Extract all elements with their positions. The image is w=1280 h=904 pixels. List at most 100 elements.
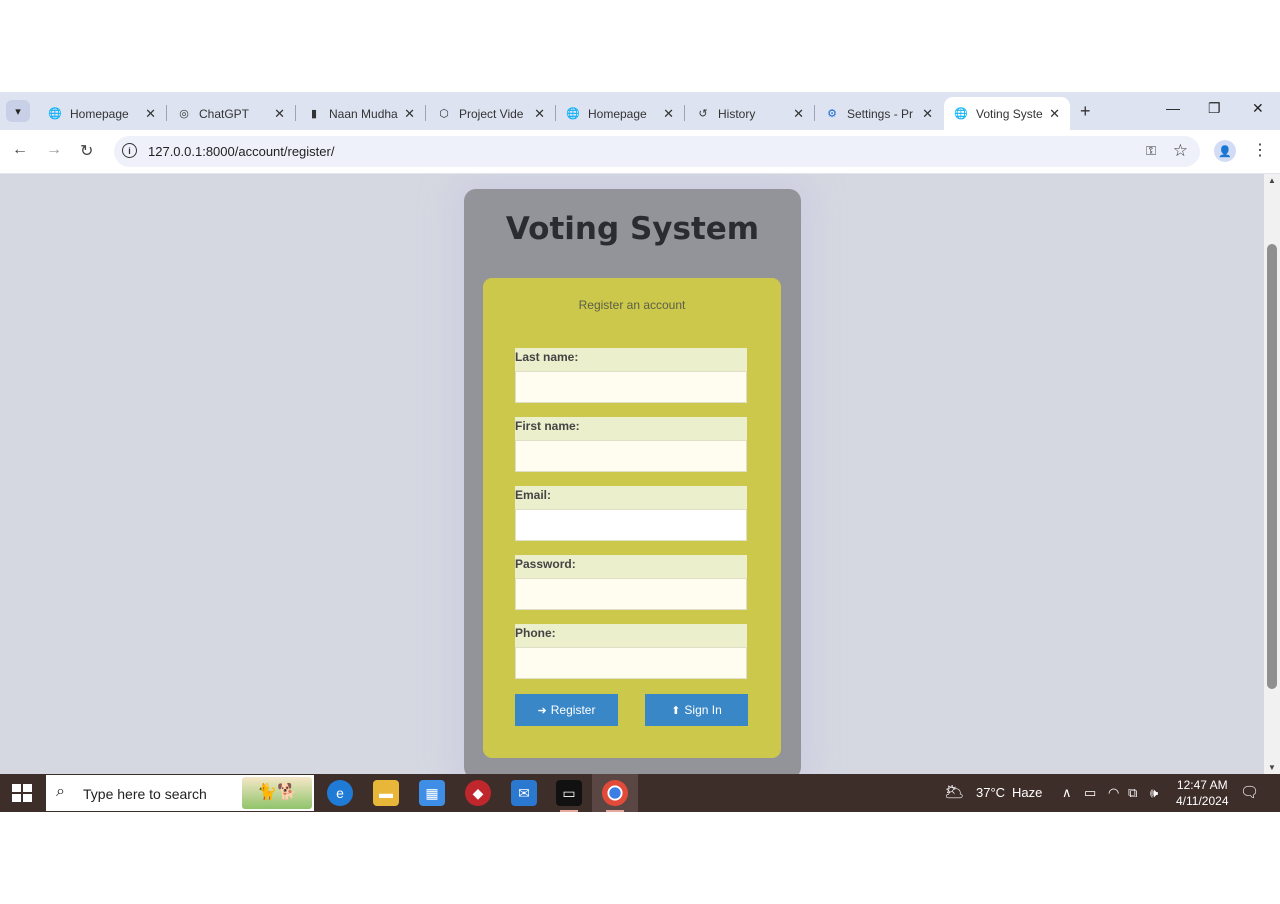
screen: ▾ 🌐 Homepage ✕ ◎ ChatGPT ✕ ▮ Naan Mudha …: [0, 92, 1280, 812]
sign-in-button[interactable]: ⬆ Sign In: [645, 694, 748, 726]
scroll-thumb[interactable]: [1267, 244, 1277, 689]
password-input[interactable]: [515, 578, 747, 610]
weather-temp[interactable]: 37°C: [976, 785, 1005, 800]
tab-2[interactable]: ▮ Naan Mudha ✕: [297, 97, 426, 130]
close-window-icon[interactable]: ✕: [1252, 100, 1264, 117]
page-title: Voting System: [505, 211, 760, 247]
sign-in-button-label: Sign In: [684, 703, 722, 717]
menu-kebab-icon[interactable]: ⋮: [1252, 140, 1268, 160]
tab-divider: [425, 105, 426, 121]
tab-label: History: [718, 106, 756, 121]
scroll-down-arrow-icon[interactable]: ▼: [1268, 763, 1276, 772]
close-icon[interactable]: ✕: [1049, 106, 1060, 122]
terminal-icon[interactable]: ▭: [556, 780, 582, 812]
phone-field: Phone:: [515, 624, 747, 679]
chrome-icon[interactable]: [602, 780, 628, 812]
restore-icon[interactable]: ❐: [1208, 100, 1221, 117]
tab-4[interactable]: 🌐 Homepage ✕: [556, 97, 685, 130]
profile-avatar-icon[interactable]: 👤: [1214, 140, 1236, 162]
tab-label: Voting Syste: [976, 106, 1043, 121]
address-bar[interactable]: i 127.0.0.1:8000/account/register/ ⚿ ☆: [114, 136, 1200, 167]
globe-icon: 🌐: [954, 108, 968, 120]
tab-6[interactable]: ⚙ Settings - Pr ✕: [815, 97, 943, 130]
password-field: Password:: [515, 555, 747, 610]
taskbar-search[interactable]: ⌕ Type here to search 🐈🐕: [46, 775, 314, 811]
scroll-up-arrow-icon[interactable]: ▲: [1268, 176, 1276, 185]
tab-divider: [684, 105, 685, 121]
close-icon[interactable]: ✕: [404, 106, 415, 122]
upload-icon: ⬆: [671, 704, 681, 717]
edge-browser-icon[interactable]: e: [327, 780, 353, 806]
notification-icon[interactable]: 🗨: [1240, 783, 1259, 801]
tab-label: ChatGPT: [199, 106, 250, 121]
tab-3[interactable]: ⬡ Project Vide ✕: [427, 97, 556, 130]
url-text[interactable]: 127.0.0.1:8000/account/register/: [148, 144, 334, 159]
email-label: Email:: [515, 486, 747, 509]
page-viewport: Voting System Register an account Last n…: [0, 174, 1264, 774]
sign-in-icon: ➜: [537, 704, 547, 717]
tab-1[interactable]: ◎ ChatGPT ✕: [167, 97, 296, 130]
forward-icon[interactable]: →: [46, 141, 62, 159]
form-subtitle: Register an account: [578, 298, 686, 312]
weather-sun-icon: 🌥: [944, 784, 965, 801]
first-name-field: First name:: [515, 417, 747, 472]
bookmark-star-icon[interactable]: ☆: [1173, 141, 1188, 161]
close-icon[interactable]: ✕: [534, 106, 545, 122]
tab-strip: ▾ 🌐 Homepage ✕ ◎ ChatGPT ✕ ▮ Naan Mudha …: [0, 92, 1280, 130]
history-icon: ↺: [698, 108, 708, 120]
globe-icon: 🌐: [566, 108, 580, 120]
hexagon-icon: ⬡: [439, 108, 449, 120]
wifi-icon[interactable]: ◠: [1108, 785, 1119, 801]
system-clock[interactable]: 12:47 AM 4/11/2024: [1176, 777, 1229, 809]
display-icon[interactable]: ⧉: [1128, 785, 1137, 801]
clock-date: 4/11/2024: [1176, 794, 1229, 808]
close-icon[interactable]: ✕: [922, 106, 933, 122]
phone-input[interactable]: [515, 647, 747, 679]
register-button[interactable]: ➜ Register: [515, 694, 618, 726]
tab-search-chevron-icon[interactable]: ▾: [6, 100, 30, 122]
close-icon[interactable]: ✕: [663, 106, 674, 122]
naan-mudhalvan-icon: ▮: [310, 108, 318, 120]
volume-icon[interactable]: 🕪: [1150, 785, 1158, 801]
site-info-icon[interactable]: i: [122, 143, 137, 158]
tab-divider: [295, 105, 296, 121]
windows-start-icon[interactable]: [12, 784, 32, 802]
email-field: Email:: [515, 486, 747, 541]
weather-desc[interactable]: Haze: [1012, 785, 1042, 800]
phone-label: Phone:: [515, 624, 747, 647]
close-icon[interactable]: ✕: [145, 106, 156, 122]
chatgpt-icon: ◎: [179, 108, 189, 120]
back-icon[interactable]: ←: [12, 141, 28, 159]
battery-icon[interactable]: ▭: [1084, 785, 1096, 801]
first-name-label: First name:: [515, 417, 747, 440]
clock-time: 12:47 AM: [1176, 778, 1228, 792]
reload-icon[interactable]: ↻: [80, 141, 93, 161]
tab-0[interactable]: 🌐 Homepage ✕: [38, 97, 167, 130]
last-name-input[interactable]: [515, 371, 747, 403]
close-icon[interactable]: ✕: [274, 106, 285, 122]
tab-label: Homepage: [70, 106, 129, 121]
last-name-field: Last name:: [515, 348, 747, 403]
tab-label: Naan Mudha: [329, 106, 398, 121]
tab-label: Project Vide: [459, 106, 524, 121]
search-icon: ⌕: [56, 783, 65, 800]
tab-5[interactable]: ↺ History ✕: [686, 97, 815, 130]
windows-taskbar: ⌕ Type here to search 🐈🐕 e ▬ ▦ ◆ ✉ ▭ 🌥 3…: [0, 774, 1280, 812]
tab-label: Homepage: [588, 106, 647, 121]
microsoft-store-icon[interactable]: ▦: [419, 780, 445, 806]
vertical-scrollbar[interactable]: ▲ ▼: [1264, 174, 1280, 774]
tray-chevron-up-icon[interactable]: ∧: [1062, 785, 1072, 801]
globe-icon: 🌐: [48, 108, 62, 120]
minimize-icon[interactable]: —: [1166, 100, 1180, 116]
mail-icon[interactable]: ✉: [511, 780, 537, 806]
password-key-icon[interactable]: ⚿: [1146, 143, 1156, 159]
first-name-input[interactable]: [515, 440, 747, 472]
register-form: Register an account Last name: First nam…: [483, 278, 781, 758]
email-input[interactable]: [515, 509, 747, 541]
gear-icon: ⚙: [827, 108, 837, 120]
app-shield-icon[interactable]: ◆: [465, 780, 491, 806]
new-tab-icon[interactable]: +: [1080, 101, 1091, 122]
file-explorer-icon[interactable]: ▬: [373, 780, 399, 806]
close-icon[interactable]: ✕: [793, 106, 804, 122]
tab-7[interactable]: 🌐 Voting Syste ✕: [944, 97, 1070, 130]
